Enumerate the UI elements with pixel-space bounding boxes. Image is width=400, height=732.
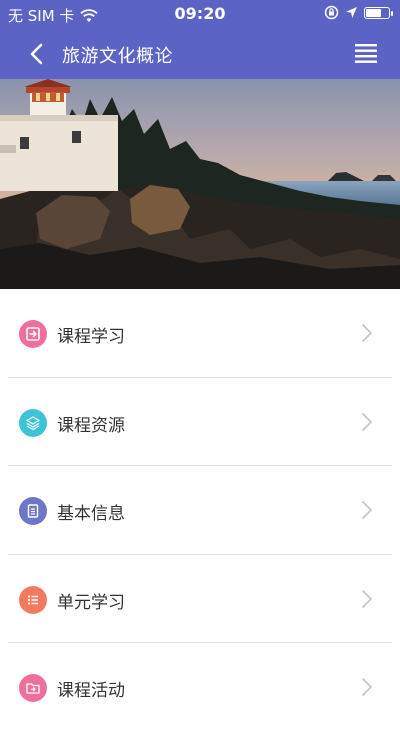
orientation-lock-icon: [324, 5, 339, 20]
back-button[interactable]: [24, 40, 52, 68]
page-title: 旅游文化概论: [62, 46, 173, 67]
menu-item-unit-study[interactable]: 单元学习: [0, 555, 400, 644]
lighthouse-illustration: [0, 79, 400, 289]
menu-item-icon-badge: [19, 320, 47, 348]
menu-item-icon-badge: [19, 497, 47, 525]
menu-item-label: 单元学习: [57, 592, 125, 613]
status-right: [324, 5, 393, 20]
course-menu-list: 课程学习 课程资源 基本信息 单元学习 课程活动: [0, 289, 400, 732]
course-banner-image: [0, 79, 400, 289]
chevron-right-icon: [362, 501, 372, 519]
menu-item-icon-badge: [19, 585, 47, 614]
menu-item-icon-badge: [19, 408, 47, 437]
menu-item-label: 课程资源: [57, 415, 125, 436]
menu-item-label: 基本信息: [57, 504, 125, 524]
chevron-right-icon: [362, 678, 372, 696]
app-header: 无 SIM 卡 09:20 旅游文化概论: [0, 0, 400, 79]
menu-item-course-study[interactable]: 课程学习: [0, 289, 400, 378]
battery-icon: [364, 6, 393, 19]
status-bar: 无 SIM 卡 09:20: [0, 0, 400, 28]
menu-item-course-resources[interactable]: 课程资源: [0, 378, 400, 467]
folder-icon: [26, 683, 40, 694]
menu-item-label: 课程活动: [57, 681, 125, 701]
navigation-bar: 旅游文化概论: [0, 28, 400, 79]
enter-box-icon: [26, 327, 40, 341]
document-icon: [27, 504, 39, 518]
menu-item-icon-badge: [19, 674, 47, 702]
menu-item-basic-info[interactable]: 基本信息: [0, 466, 400, 555]
layers-icon: [26, 415, 40, 430]
menu-item-label: 课程学习: [57, 327, 125, 347]
chevron-right-icon: [362, 412, 372, 431]
menu-item-course-activities[interactable]: 课程活动: [0, 643, 400, 732]
hamburger-menu-icon: [355, 44, 377, 63]
chevron-left-icon: [30, 43, 43, 65]
location-arrow-icon: [346, 7, 357, 18]
chevron-right-icon: [362, 324, 372, 342]
chevron-right-icon: [362, 589, 372, 608]
list-icon: [27, 594, 38, 605]
battery-level: [366, 8, 381, 17]
menu-button[interactable]: [354, 42, 378, 64]
